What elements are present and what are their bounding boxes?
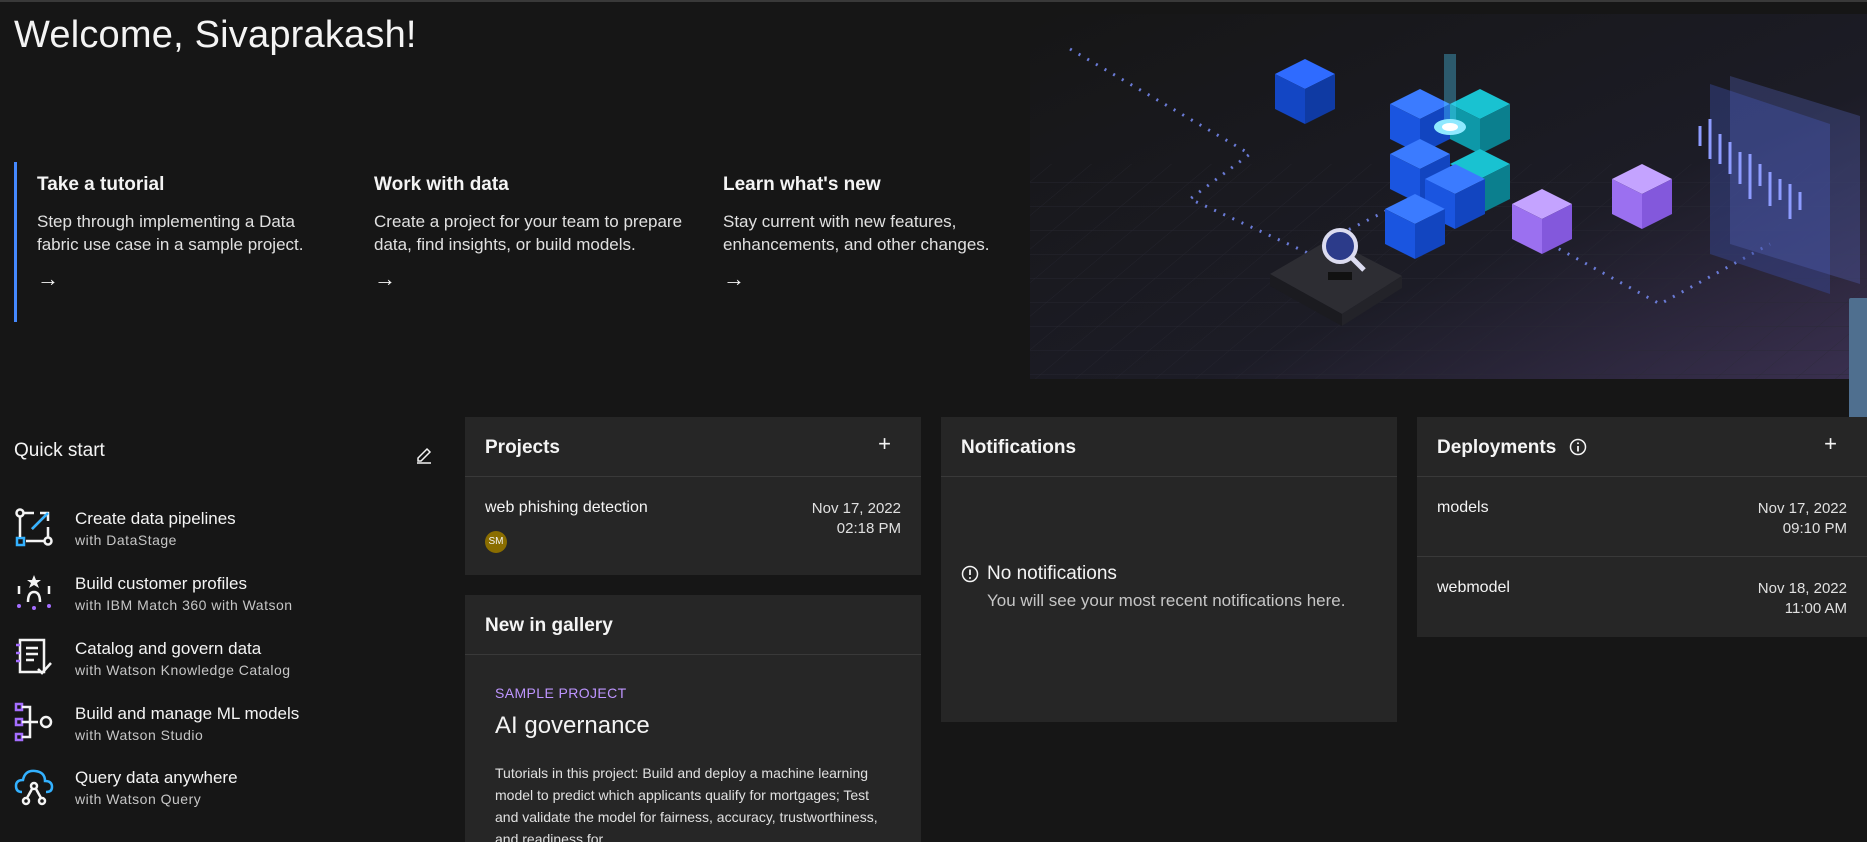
- panel-header: Deployments +: [1417, 417, 1867, 477]
- quick-start-item-pipelines[interactable]: Create data pipelines with DataStage: [14, 505, 434, 555]
- item-title: Build customer profiles: [75, 574, 247, 593]
- deployments-title: Deployments: [1437, 437, 1557, 458]
- panel-header: New in gallery: [465, 595, 921, 655]
- panel-header: Projects +: [465, 417, 921, 477]
- empty-notifications-message: You will see your most recent notificati…: [987, 591, 1346, 610]
- pipeline-icon: [14, 507, 54, 547]
- item-title: Query data anywhere: [75, 768, 238, 787]
- item-subtitle: with DataStage: [75, 532, 177, 548]
- deployment-name[interactable]: webmodel: [1437, 579, 1510, 597]
- quick-start-item-customer-profiles[interactable]: Build customer profiles with IBM Match 3…: [14, 570, 434, 620]
- work-with-data-card[interactable]: Work with data Create a project for your…: [374, 174, 694, 290]
- arrow-right-icon[interactable]: →: [374, 268, 694, 290]
- project-row[interactable]: web phishing detection Nov 17, 2022 02:18…: [465, 477, 921, 557]
- item-title: Create data pipelines: [75, 509, 236, 528]
- customer-profile-icon: [14, 572, 54, 612]
- gallery-item-title[interactable]: AI governance: [495, 712, 650, 740]
- quick-start-item-catalog[interactable]: Catalog and govern data with Watson Know…: [14, 635, 434, 685]
- item-title: Catalog and govern data: [75, 639, 262, 658]
- card-description: Create a project for your team to prepar…: [374, 212, 683, 254]
- info-icon[interactable]: [1569, 438, 1587, 456]
- project-date: Nov 17, 2022 02:18 PM: [811, 500, 901, 537]
- deployment-date: Nov 17, 2022 09:10 PM: [1757, 500, 1847, 537]
- deployment-row[interactable]: models Nov 17, 2022 09:10 PM: [1417, 477, 1867, 557]
- item-title: Build and manage ML models: [75, 704, 300, 723]
- gallery-title: New in gallery: [485, 615, 613, 636]
- item-subtitle: with Watson Studio: [75, 727, 204, 743]
- top-border: [0, 0, 1867, 2]
- alert-circle-icon: [961, 565, 979, 583]
- query-cloud-icon: [14, 766, 54, 806]
- deployment-name[interactable]: models: [1437, 499, 1489, 517]
- projects-panel: Projects + web phishing detection Nov 17…: [465, 417, 921, 575]
- panel-header: Notifications: [941, 417, 1397, 477]
- arrow-right-icon[interactable]: →: [37, 268, 334, 290]
- item-subtitle: with IBM Match 360 with Watson: [75, 597, 293, 613]
- notifications-title: Notifications: [961, 437, 1077, 458]
- deployments-panel: Deployments + models Nov 17, 2022 09:10 P…: [1417, 417, 1867, 637]
- deployment-row[interactable]: webmodel Nov 18, 2022 11:00 AM: [1417, 557, 1867, 637]
- arrow-right-icon[interactable]: →: [723, 268, 1043, 290]
- projects-title: Projects: [485, 437, 560, 458]
- project-name[interactable]: web phishing detection: [485, 499, 648, 517]
- quick-start-item-query[interactable]: Query data anywhere with Watson Query: [14, 764, 434, 814]
- add-project-button[interactable]: +: [878, 433, 891, 455]
- ml-model-icon: [14, 702, 54, 742]
- card-title: Take a tutorial: [37, 174, 165, 195]
- quick-start-item-ml-models[interactable]: Build and manage ML models with Watson S…: [14, 700, 434, 750]
- notifications-panel: Notifications No notifications You will …: [941, 417, 1397, 722]
- empty-notifications-title: No notifications: [987, 563, 1117, 584]
- avatar: SM: [485, 531, 507, 553]
- deployment-date: Nov 18, 2022 11:00 AM: [1757, 580, 1847, 617]
- edit-icon[interactable]: [414, 445, 434, 465]
- tutorial-card[interactable]: Take a tutorial Step through implementin…: [14, 162, 334, 322]
- catalog-icon: [14, 637, 54, 677]
- whats-new-card[interactable]: Learn what's new Stay current with new f…: [723, 174, 1043, 290]
- sample-project-tag: SAMPLE PROJECT: [495, 685, 627, 701]
- page-title: Welcome, Sivaprakash!: [14, 14, 417, 56]
- gallery-item-description: Tutorials in this project: Build and dep…: [495, 765, 878, 842]
- item-subtitle: with Watson Query: [75, 791, 202, 807]
- card-title: Learn what's new: [723, 174, 881, 195]
- hero-illustration: [1030, 14, 1867, 379]
- item-subtitle: with Watson Knowledge Catalog: [75, 662, 291, 678]
- card-description: Stay current with new features, enhancem…: [723, 212, 990, 254]
- card-title: Work with data: [374, 174, 509, 195]
- quick-start-title: Quick start: [14, 440, 105, 461]
- gallery-panel: New in gallery SAMPLE PROJECT AI governa…: [465, 595, 921, 842]
- card-description: Step through implementing a Data fabric …: [37, 212, 304, 254]
- add-deployment-button[interactable]: +: [1824, 433, 1837, 455]
